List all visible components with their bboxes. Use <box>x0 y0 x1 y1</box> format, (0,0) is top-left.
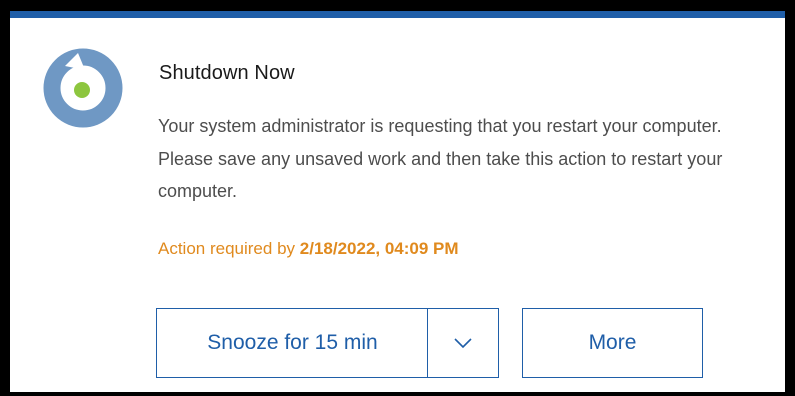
action-deadline: Action required by 2/18/2022, 04:09 PM <box>158 239 459 259</box>
notification-title: Shutdown Now <box>159 62 295 84</box>
more-button-label: More <box>588 331 637 354</box>
notification-message: Your system administrator is requesting … <box>158 116 723 201</box>
deadline-prefix: Action required by <box>158 239 296 258</box>
notification-panel: Shutdown Now Your system administrator i… <box>10 11 785 392</box>
snooze-options-dropdown[interactable] <box>427 308 499 378</box>
deadline-datetime: 2/18/2022, 04:09 PM <box>299 239 459 258</box>
chevron-down-icon <box>454 338 472 349</box>
more-button[interactable]: More <box>522 308 703 378</box>
snooze-button-label: Snooze for 15 min <box>207 331 378 354</box>
app-logo-icon <box>43 48 123 128</box>
window-frame: Shutdown Now Your system administrator i… <box>0 0 795 396</box>
snooze-button[interactable]: Snooze for 15 min <box>156 308 429 378</box>
